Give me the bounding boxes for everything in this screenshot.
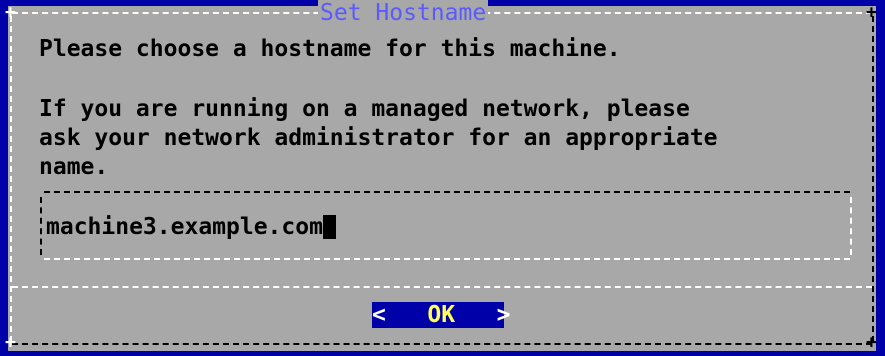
- dialog-corner-tr: +: [866, 2, 877, 23]
- message-line-2: If you are running on a managed network,…: [39, 96, 690, 122]
- ok-right-bracket: >: [496, 302, 511, 328]
- message-line-4: name.: [39, 154, 109, 180]
- input-box-left-border: [40, 197, 42, 255]
- text-cursor: [322, 215, 336, 239]
- button-separator: [12, 286, 872, 288]
- ok-button[interactable]: < OK >: [372, 302, 511, 328]
- input-box-top-border: [44, 191, 850, 193]
- dialog-corner-tl: +: [5, 2, 16, 23]
- terminal-screen: + + + + Set Hostname Please choose a hos…: [0, 0, 885, 356]
- message-line-3: ask your network administrator for an ap…: [39, 125, 718, 151]
- input-box-right-border: [850, 197, 852, 255]
- hostname-input-box: machine3.example.com: [40, 189, 852, 261]
- ok-label: OK: [427, 302, 456, 328]
- input-box-bottom-border: [44, 258, 850, 260]
- ok-left-bracket: <: [372, 302, 386, 328]
- dialog-title: Set Hostname: [318, 0, 489, 26]
- dialog-right-border: [872, 16, 874, 342]
- hostname-field[interactable]: machine3.example.com: [46, 214, 826, 240]
- message-line-1: Please choose a hostname for this machin…: [39, 36, 621, 62]
- dialog-corner-br: +: [866, 332, 877, 353]
- set-hostname-dialog: + + + + Set Hostname Please choose a hos…: [5, 0, 877, 353]
- dialog-bottom-border: [12, 343, 872, 345]
- dialog-left-border: [10, 16, 12, 342]
- dialog-corner-bl: +: [5, 332, 16, 353]
- hostname-value: machine3.example.com: [46, 214, 323, 240]
